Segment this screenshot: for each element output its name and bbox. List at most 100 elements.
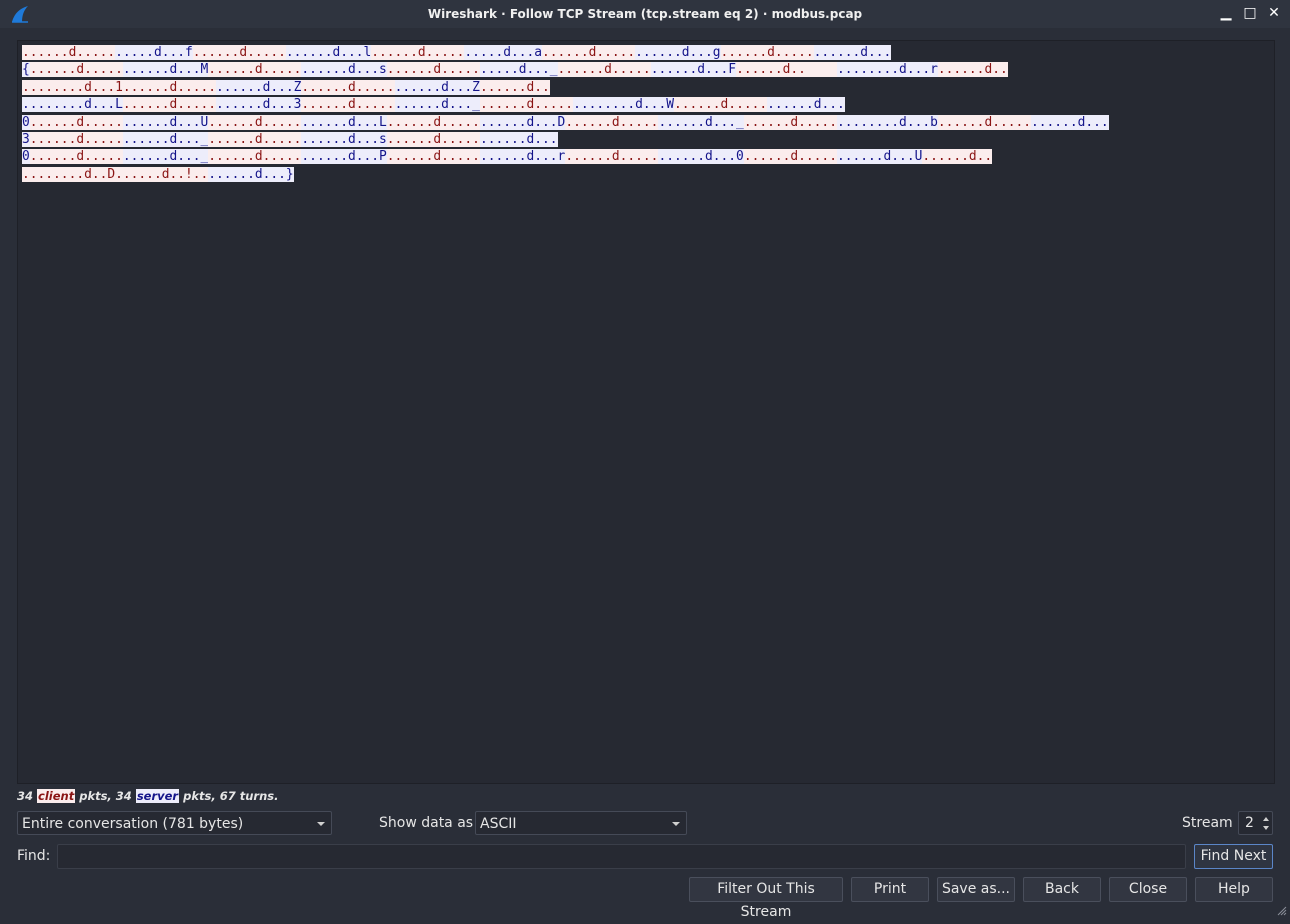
- client-segment: ......d.....: [301, 79, 395, 95]
- stream-stats: 34 client pkts, 34 server pkts, 67 turns…: [17, 789, 278, 803]
- stream-line: ......d..........d...f......d...........…: [22, 44, 1109, 61]
- client-segment: ......d.....: [720, 45, 814, 60]
- stats-middle: pkts, 34: [75, 789, 136, 803]
- server-segment: ......d...Z: [394, 79, 480, 95]
- client-segment: ......d.....: [386, 62, 480, 78]
- window-title: Wireshark · Follow TCP Stream (tcp.strea…: [427, 7, 863, 21]
- close-button[interactable]: Close: [1109, 877, 1187, 902]
- stream-line: {......d...........d...M......d.........…: [22, 61, 1109, 78]
- server-segment: ........d...b: [836, 114, 938, 130]
- client-segment: ......d.....: [208, 149, 302, 165]
- server-segment: ......d...D: [479, 114, 566, 130]
- stream-line: 3......d...........d..._......d.........…: [22, 131, 1109, 148]
- filter-out-stream-button[interactable]: Filter Out This Stream: [689, 877, 843, 920]
- client-segment: ......d..: [736, 62, 837, 78]
- client-segment: ......d.....: [743, 114, 837, 130]
- server-segment: ......d...: [1031, 114, 1109, 130]
- conversation-select[interactable]: Entire conversation (781 bytes): [17, 811, 332, 835]
- client-segment: ......d.....: [192, 45, 286, 60]
- stream-spinbox-value: 2: [1245, 815, 1254, 831]
- back-button[interactable]: Back: [1023, 877, 1101, 902]
- client-segment: ........d..D: [22, 166, 116, 182]
- client-segment: ......d..!..: [115, 166, 209, 182]
- server-segment: ......d...: [767, 97, 845, 113]
- server-segment: ......d..._: [122, 149, 209, 165]
- client-segment: ......d.....: [22, 45, 116, 60]
- client-count: 34: [17, 789, 38, 803]
- server-segment: ......d...r: [479, 149, 566, 165]
- client-segment: ......d.....: [29, 131, 123, 147]
- server-segment: ......d...U: [122, 114, 209, 130]
- server-tag: server: [135, 789, 180, 803]
- server-segment: 3: [22, 131, 30, 147]
- server-segment: ......d..._: [394, 97, 480, 113]
- client-segment: ......d.....: [565, 149, 659, 165]
- show-data-select-value: ASCII: [480, 816, 517, 832]
- title-bar: Wireshark · Follow TCP Stream (tcp.strea…: [0, 0, 1290, 28]
- server-segment: ......d...: [479, 131, 558, 147]
- server-segment: ......d...F: [650, 62, 737, 78]
- server-segment: ......d..._: [658, 114, 744, 130]
- client-segment: ......d.....: [743, 149, 837, 165]
- stream-spinbox[interactable]: 2: [1238, 811, 1273, 835]
- show-data-select[interactable]: ASCII: [475, 811, 687, 835]
- stream-label: Stream: [1182, 815, 1233, 831]
- show-data-label: Show data as: [379, 815, 474, 831]
- server-segment: 0: [22, 114, 30, 130]
- help-button[interactable]: Help: [1195, 877, 1273, 902]
- stream-text-view[interactable]: ......d..........d...f......d...........…: [17, 40, 1275, 784]
- maximize-icon[interactable]: □: [1242, 4, 1258, 22]
- client-segment: ......d.....: [565, 114, 659, 130]
- resize-grip-icon[interactable]: [1277, 906, 1287, 916]
- stream-lines: ......d..........d...f......d...........…: [22, 44, 1109, 183]
- chevron-down-icon: [317, 822, 325, 826]
- server-segment: ......d...M: [122, 62, 209, 78]
- server-segment: ......d...l: [285, 45, 372, 60]
- server-segment: ......d...g: [635, 45, 721, 60]
- server-segment: ......d...0: [658, 149, 744, 165]
- server-segment: ......d...s: [301, 62, 387, 78]
- client-segment: ......d.....: [29, 62, 123, 78]
- stream-line: 0......d...........d..._......d.........…: [22, 148, 1109, 165]
- server-segment: ......d...Z: [216, 79, 302, 95]
- server-segment: ......d...}: [208, 166, 294, 182]
- server-segment: ......d...U: [836, 149, 923, 165]
- client-tag: client: [37, 789, 76, 803]
- server-segment: .....d...a: [464, 45, 543, 60]
- client-segment: ......d.....: [29, 149, 123, 165]
- stream-line: ........d..D......d..!........d...}: [22, 166, 1109, 183]
- print-button[interactable]: Print: [851, 877, 929, 902]
- client-segment: ......d.....: [479, 97, 574, 113]
- client-segment: ......d.....: [301, 97, 395, 113]
- find-next-button[interactable]: Find Next: [1194, 844, 1273, 869]
- server-segment: ......d...: [813, 45, 892, 60]
- client-segment: ......d.....: [386, 131, 480, 147]
- server-segment: ......d...s: [301, 131, 387, 147]
- stream-line: ........d...L......d...........d...3....…: [22, 96, 1109, 113]
- find-input[interactable]: [57, 844, 1186, 869]
- client-segment: ......d.....: [386, 114, 480, 130]
- server-segment: ........d...W: [573, 97, 674, 113]
- server-segment: ........d...L: [22, 97, 123, 113]
- client-segment: ........d...1: [22, 79, 123, 95]
- find-label: Find:: [17, 848, 51, 864]
- client-segment: ......d..: [922, 149, 993, 165]
- client-segment: ......d.....: [208, 114, 302, 130]
- stream-line: 0......d...........d...U......d.........…: [22, 114, 1109, 131]
- client-segment: ......d.....: [208, 131, 302, 147]
- conversation-select-value: Entire conversation (781 bytes): [22, 816, 244, 832]
- close-icon[interactable]: ✕: [1266, 4, 1282, 22]
- client-segment: ......d.....: [542, 45, 636, 60]
- spin-down-icon[interactable]: [1263, 826, 1269, 830]
- save-as-button[interactable]: Save as...: [937, 877, 1015, 902]
- server-segment: ........d...r: [836, 62, 938, 78]
- client-segment: ......d.....: [371, 45, 465, 60]
- minimize-icon[interactable]: ▁: [1218, 4, 1234, 22]
- wireshark-fin-icon: [12, 6, 28, 23]
- client-segment: ......d.....: [937, 114, 1032, 130]
- server-segment: 0: [22, 149, 30, 165]
- client-segment: ......d.....: [386, 149, 480, 165]
- spin-up-icon[interactable]: [1263, 817, 1269, 821]
- chevron-down-icon: [672, 822, 680, 826]
- server-segment: ......d...P: [301, 149, 387, 165]
